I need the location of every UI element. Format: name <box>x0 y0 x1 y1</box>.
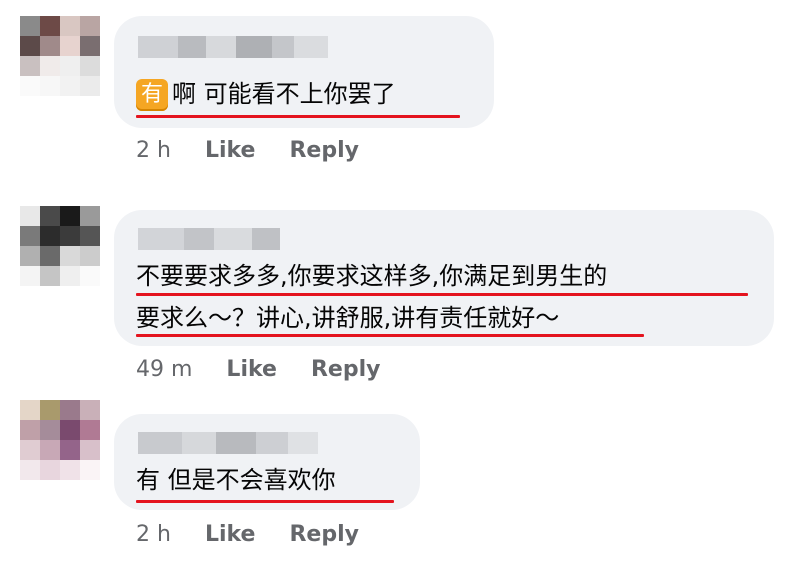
red-underline <box>136 293 748 296</box>
timestamp[interactable]: 2 h <box>136 138 171 163</box>
red-underline <box>136 334 644 337</box>
author-name-blurred[interactable] <box>138 432 318 454</box>
reply-button[interactable]: Reply <box>289 522 359 547</box>
author-name-blurred[interactable] <box>138 228 280 250</box>
comment-text: 有 但是不会喜欢你 <box>136 466 336 494</box>
comment-text-line-2: 要求么～？讲心,讲舒服,讲有责任就好～ <box>136 304 560 332</box>
reply-button[interactable]: Reply <box>311 357 381 382</box>
you-emoji-icon: 有 <box>136 79 168 111</box>
comment-actions: 49 m Like Reply <box>136 357 414 382</box>
red-underline <box>136 500 394 503</box>
comment-bubble: 不要要求多多,你要求这样多,你满足到男生的 要求么～？讲心,讲舒服,讲有责任就好… <box>114 210 774 346</box>
like-button[interactable]: Like <box>205 522 256 547</box>
comment-text-line-1: 不要要求多多,你要求这样多,你满足到男生的 <box>136 262 608 290</box>
reply-button[interactable]: Reply <box>289 138 359 163</box>
avatar[interactable] <box>20 16 100 96</box>
timestamp[interactable]: 2 h <box>136 522 171 547</box>
timestamp[interactable]: 49 m <box>136 357 192 382</box>
like-button[interactable]: Like <box>205 138 256 163</box>
author-name-blurred[interactable] <box>138 36 328 58</box>
comment-actions: 2 h Like Reply <box>136 138 393 163</box>
comment-bubble: 有啊 可能看不上你罢了 <box>114 16 494 128</box>
avatar[interactable] <box>20 400 100 480</box>
comment-actions: 2 h Like Reply <box>136 522 393 547</box>
avatar[interactable] <box>20 206 100 286</box>
comment-bubble: 有 但是不会喜欢你 <box>114 414 420 510</box>
like-button[interactable]: Like <box>226 357 277 382</box>
red-underline <box>136 115 460 118</box>
comment-text: 有啊 可能看不上你罢了 <box>136 74 396 114</box>
